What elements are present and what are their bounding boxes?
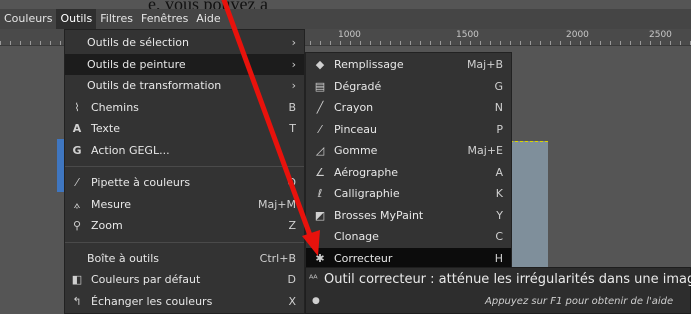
menu-item-action-gegl[interactable]: G Action GEGL... [65, 140, 304, 162]
menu-item-boite-outils[interactable]: Boîte à outils Ctrl+B [65, 248, 304, 270]
menu-item-pipette[interactable]: ⁄ Pipette à couleurs O [65, 172, 304, 194]
text-tool-icon: A [72, 122, 82, 135]
ruler-label: 1500 [456, 30, 479, 40]
gegl-icon: G [72, 143, 82, 157]
measure-icon: ⟑ [73, 197, 81, 211]
submenu-arrow-icon: › [291, 79, 296, 92]
menu-item-remplissage[interactable]: ◆ Remplissage Maj+B [306, 54, 511, 76]
menu-item-outils-peinture[interactable]: Outils de peinture › [65, 53, 304, 75]
ruler-label: 2000 [566, 30, 589, 40]
menu-item-gomme[interactable]: ◿ Gomme Maj+E [306, 140, 511, 162]
menu-item-pinceau[interactable]: ⁄ Pinceau P [306, 119, 511, 141]
menu-fenetres[interactable]: Fenêtres [137, 9, 192, 29]
panel-accent [57, 139, 64, 192]
perspective-clone-icon: ᴬᴬ [309, 274, 318, 285]
heal-icon: ✱ [315, 251, 325, 265]
airbrush-icon: ∠ [315, 165, 325, 179]
menu-item-correcteur[interactable]: ✱ Correcteur H [306, 247, 511, 269]
menu-outils[interactable]: Outils [56, 9, 97, 29]
menu-item-echanger-couleurs[interactable]: ↰ Échanger les couleurs X [65, 291, 304, 313]
menu-filtres[interactable]: Filtres [96, 9, 137, 29]
menu-item-zoom[interactable]: ⚲ Zoom Z [65, 215, 304, 237]
default-colors-icon: ◧ [71, 273, 83, 286]
menu-separator [65, 241, 304, 243]
menu-item-calligraphie[interactable]: ℓ Calligraphie K [306, 183, 511, 205]
paths-icon: ⌇ [74, 100, 80, 114]
menu-aide[interactable]: Aide [192, 9, 224, 29]
outils-menu: Outils de sélection › Outils de peinture… [64, 29, 305, 314]
outils-peinture-submenu: ◆ Remplissage Maj+B ▤ Dégradé G ╱ Crayon… [305, 52, 512, 269]
menu-item-degrade[interactable]: ▤ Dégradé G [306, 76, 511, 98]
menu-item-brosses-mypaint[interactable]: ◩ Brosses MyPaint Y [306, 205, 511, 227]
tooltip-hint: Appuyez sur F1 pour obtenir de l'aide [485, 296, 674, 307]
menu-item-clonage[interactable]: Clonage C [306, 226, 511, 248]
zoom-icon: ⚲ [72, 219, 82, 232]
menu-separator [65, 166, 304, 167]
menu-item-mesure[interactable]: ⟑ Mesure Maj+M [65, 194, 304, 216]
menubar: Couleurs Outils Filtres Fenêtres Aide [0, 9, 691, 29]
tool-tooltip: ᴬᴬ ● Outil correcteur : atténue les irré… [305, 267, 691, 314]
submenu-arrow-icon: › [291, 57, 296, 71]
menu-item-texte[interactable]: A Texte T [65, 118, 304, 140]
tooltip-title: Outil correcteur : atténue les irrégular… [324, 272, 691, 287]
paintbrush-icon: ⁄ [319, 122, 321, 136]
menu-item-chemins[interactable]: ⌇ Chemins B [65, 97, 304, 119]
swap-colors-icon: ↰ [72, 294, 82, 308]
gradient-icon: ▤ [314, 79, 326, 93]
menu-item-outils-transformation[interactable]: Outils de transformation › [65, 75, 304, 97]
menu-item-couleurs-defaut[interactable]: ◧ Couleurs par défaut D [65, 269, 304, 291]
menu-item-outils-selection[interactable]: Outils de sélection › [65, 32, 304, 54]
mypaint-brush-icon: ◩ [314, 208, 326, 222]
submenu-arrow-icon: › [291, 36, 296, 49]
eraser-icon: ◿ [315, 144, 325, 157]
pencil-icon: ╱ [316, 101, 324, 114]
bucket-fill-icon: ◆ [315, 58, 325, 71]
smudge-icon: ● [312, 296, 320, 306]
ink-icon: ℓ [317, 187, 323, 200]
color-picker-icon: ⁄ [76, 176, 78, 189]
menu-couleurs[interactable]: Couleurs [0, 9, 56, 29]
ruler-label: 1000 [338, 30, 361, 40]
ruler-label: 2500 [649, 30, 672, 40]
menu-item-aerographe[interactable]: ∠ Aérographe A [306, 162, 511, 184]
menu-item-crayon[interactable]: ╱ Crayon N [306, 97, 511, 119]
